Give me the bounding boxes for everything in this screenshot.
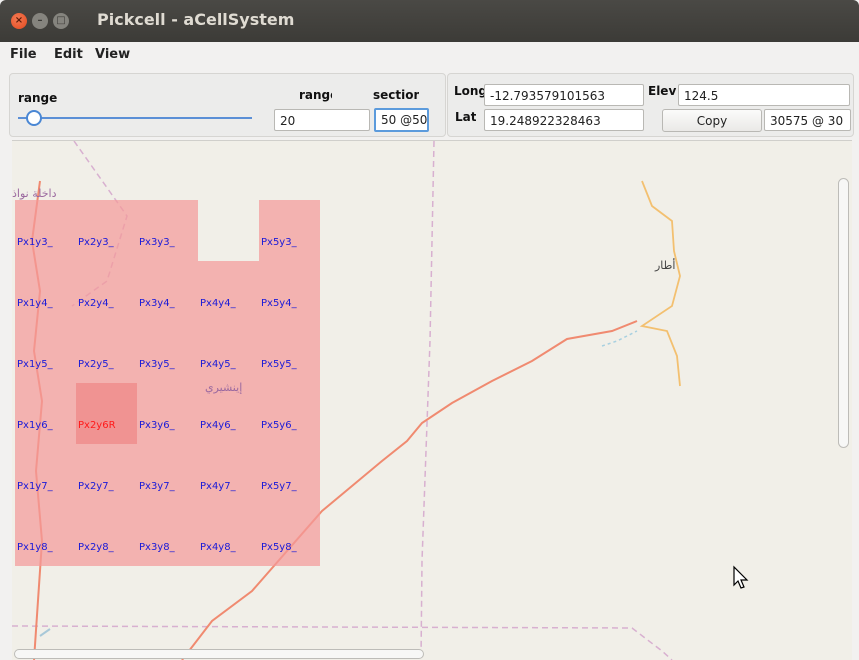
grid-cell[interactable] (15, 444, 76, 505)
range-slider-label: range (18, 91, 58, 105)
grid-cell[interactable] (259, 322, 320, 383)
grid-cell-label: Px1y3_ (17, 237, 53, 248)
river (639, 180, 681, 387)
grid-cell[interactable] (76, 200, 137, 261)
grid-cell-label: Px4y6_ (200, 420, 236, 431)
grid-cell[interactable] (76, 261, 137, 322)
grid-cell[interactable] (198, 444, 259, 505)
window-title: Pickcell - aCellSystem (97, 10, 295, 29)
grid-cell-label: Px5y4_ (261, 298, 297, 309)
grid-cell[interactable] (137, 505, 198, 566)
river (601, 330, 638, 347)
grid-cell[interactable] (198, 505, 259, 566)
lake (39, 628, 51, 637)
close-button[interactable]: × (11, 13, 27, 29)
range-input[interactable]: 20 (274, 109, 370, 131)
grid-cell-label: Px2y8_ (78, 542, 114, 553)
grid-cell[interactable] (15, 505, 76, 566)
grid-cell-label: Px4y8_ (200, 542, 236, 553)
grid-cell-label: Px3y3_ (139, 237, 175, 248)
minimize-button[interactable]: – (32, 13, 48, 29)
grid-cell[interactable] (76, 322, 137, 383)
grid-cell-label: Px3y6_ (139, 420, 175, 431)
grid-cell-label: Px4y5_ (200, 359, 236, 370)
grid-cell-label: Px1y8_ (17, 542, 53, 553)
maximize-button[interactable]: □ (53, 13, 69, 29)
grid-cell-label: Px5y8_ (261, 542, 297, 553)
vertical-scrollbar[interactable] (838, 178, 849, 448)
place-label: أطار (655, 259, 676, 272)
grid-cell[interactable] (198, 261, 259, 322)
grid-cell-label: Px3y5_ (139, 359, 175, 370)
grid-cell-label: Px1y7_ (17, 481, 53, 492)
grid-cell-label: Px5y3_ (261, 237, 297, 248)
grid-cell[interactable] (76, 444, 137, 505)
grid-cell-label: Px5y7_ (261, 481, 297, 492)
menu-view[interactable]: View (95, 47, 130, 62)
grid-cell-label: Px2y7_ (78, 481, 114, 492)
grid-cell[interactable] (15, 322, 76, 383)
grid-cell-label: Px3y4_ (139, 298, 175, 309)
grid-cell-label: Px1y4_ (17, 298, 53, 309)
grid-cell[interactable] (76, 505, 137, 566)
grid-cell-label: Px1y5_ (17, 359, 53, 370)
section-input[interactable]: 50 @50 (374, 108, 429, 132)
grid-cell-label: Px2y4_ (78, 298, 114, 309)
close-icon: × (14, 15, 24, 26)
lat-input[interactable]: 19.248922328463 (484, 109, 644, 131)
grid-cell-label: Px3y7_ (139, 481, 175, 492)
grid-cell[interactable] (137, 261, 198, 322)
menu-edit[interactable]: Edit (54, 47, 83, 62)
grid-cell-label: Px2y5_ (78, 359, 114, 370)
grid-cell[interactable] (15, 261, 76, 322)
grid-cell-label: Px4y4_ (200, 298, 236, 309)
long-label: Long (454, 84, 486, 98)
grid-cell-label: Px3y8_ (139, 542, 175, 553)
grid-cell[interactable] (15, 383, 76, 444)
grid-cell-label: Px5y5_ (261, 359, 297, 370)
map-view[interactable]: Px1y3_ Px2y3_ Px3y3_ Px5y3_ Px1y4_ Px2y4_ Px3y… (12, 140, 852, 660)
cell-id-input[interactable]: 30575 @ 30 (764, 109, 851, 131)
grid-cell[interactable] (76, 383, 137, 444)
minimize-icon: – (37, 15, 43, 26)
lat-label: Lat (455, 110, 477, 124)
grid-cell[interactable] (259, 505, 320, 566)
grid-cell[interactable] (137, 444, 198, 505)
border-line (420, 141, 435, 660)
grid-cell[interactable] (137, 383, 198, 444)
maximize-icon: □ (56, 15, 66, 26)
grid-cell[interactable] (137, 322, 198, 383)
elev-input[interactable]: 124.5 (678, 84, 850, 106)
grid-cell[interactable] (259, 200, 320, 261)
grid-cell-label: Px4y7_ (200, 481, 236, 492)
title-bar: × – □ Pickcell - aCellSystem (0, 0, 859, 42)
range-slider-track[interactable] (18, 117, 252, 119)
menu-file[interactable]: File (10, 47, 37, 62)
range-label: range (299, 88, 332, 102)
menu-bar: File Edit View (0, 42, 859, 68)
long-input[interactable]: -12.793579101563 (484, 84, 644, 106)
grid-cell[interactable] (259, 444, 320, 505)
horizontal-scrollbar[interactable] (14, 649, 424, 659)
section-label: section (373, 88, 419, 102)
grid-cell-label: Px2y3_ (78, 237, 114, 248)
elev-label: Elev (648, 84, 677, 98)
grid-cell[interactable] (137, 200, 198, 261)
place-label: إينشيري (205, 381, 243, 394)
place-label: داخلة نواذ (12, 187, 57, 200)
grid-cell[interactable] (259, 261, 320, 322)
grid-cell[interactable] (15, 200, 76, 261)
grid-cell[interactable] (198, 322, 259, 383)
copy-button[interactable]: Copy (662, 109, 762, 132)
range-slider-handle[interactable] (26, 110, 43, 126)
grid-cell[interactable] (259, 383, 320, 444)
grid-cell-label: Px5y6_ (261, 420, 297, 431)
mouse-cursor-icon (733, 565, 749, 589)
grid-cell-label: Px1y6_ (17, 420, 53, 431)
grid-cell-label: Px2y6R (78, 420, 116, 431)
